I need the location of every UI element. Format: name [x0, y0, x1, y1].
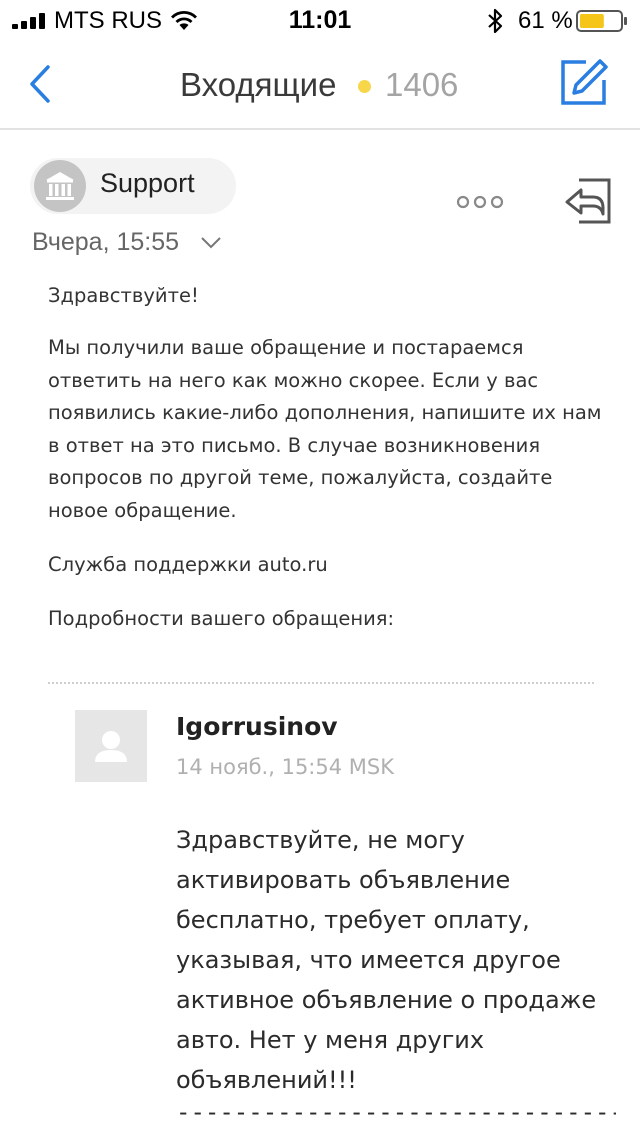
bluetooth-icon — [488, 8, 503, 34]
mail-body: Здравствуйте! Мы получили ваше обращение… — [48, 280, 608, 635]
chevron-left-icon[interactable] — [26, 64, 56, 104]
quoted-separator-line: ---------------------------------------- — [176, 1098, 616, 1126]
sender-avatar — [34, 160, 86, 212]
mail-date[interactable]: Вчера, 15:55 — [32, 228, 179, 257]
quoted-message-text: Здравствуйте, не могу активировать объяв… — [176, 826, 597, 1094]
compose-icon[interactable] — [560, 58, 608, 106]
dotted-divider — [48, 682, 594, 684]
reply-icon[interactable] — [565, 178, 611, 224]
unread-count: 1406 — [385, 66, 459, 103]
battery-icon — [576, 10, 627, 32]
status-bar: MTS RUS 11:01 61 % — [0, 0, 640, 40]
more-options-icon[interactable] — [456, 192, 504, 212]
details-label: Подробности вашего обращения: — [48, 607, 395, 630]
quoted-date: 14 нояб., 15:54 MSK — [176, 755, 394, 779]
message-paragraph: Мы получили ваше обращение и постараемся… — [48, 336, 602, 522]
quoted-author-name: Igorrusinov — [176, 712, 338, 741]
sender-name[interactable]: Support — [100, 168, 195, 199]
greeting-text: Здравствуйте! — [48, 284, 199, 307]
unread-dot-icon — [358, 80, 371, 93]
user-silhouette-icon — [95, 731, 127, 762]
chevron-down-icon[interactable] — [200, 236, 222, 250]
mailbox-title: Входящие — [180, 66, 337, 103]
bank-icon — [46, 172, 74, 200]
signature-text: Служба поддержки auto.ru — [48, 553, 328, 576]
quoted-author-avatar — [75, 710, 147, 782]
battery-percent: 61 % — [518, 7, 573, 34]
navigation-bar: Входящие 1406 — [0, 40, 640, 130]
